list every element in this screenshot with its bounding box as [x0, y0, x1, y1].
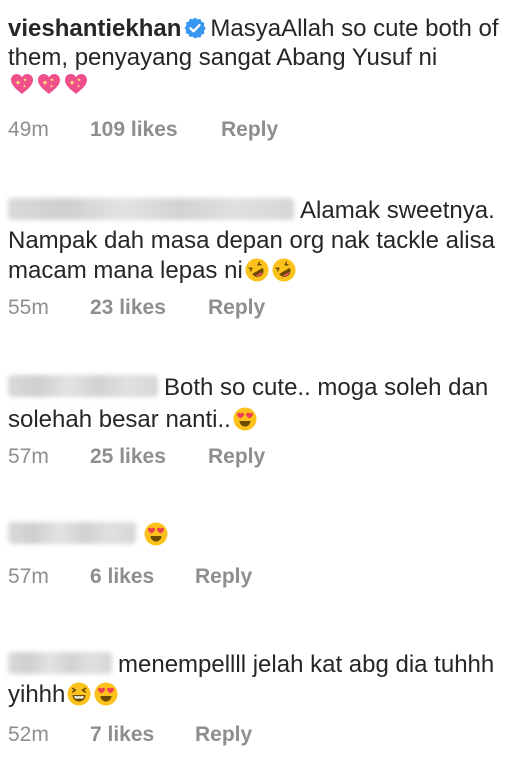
- comment-likes[interactable]: 25 likes: [90, 445, 166, 469]
- heart-eyes-face-icon: [94, 682, 118, 706]
- comment-item: Both so cute.. moga soleh dan solehah be…: [8, 372, 502, 436]
- blurred-username[interactable]: [8, 522, 136, 544]
- comment-body: Both so cute.. moga soleh dan solehah be…: [8, 372, 502, 436]
- sparkling-heart-icon: [65, 74, 87, 94]
- reply-button[interactable]: Reply: [208, 445, 265, 469]
- blurred-username[interactable]: [8, 198, 294, 220]
- heart-eyes-face-icon: [233, 407, 257, 431]
- grinning-squinting-face-icon: [67, 682, 91, 706]
- comment-body: vieshantiekhan MasyaAllah so cute both of…: [8, 14, 502, 72]
- reply-button[interactable]: Reply: [195, 565, 252, 589]
- comment-emojis: [8, 71, 502, 101]
- comment-time: 57m: [8, 445, 49, 468]
- comment-item: menempellll jelah kat abg dia tuhhh yihh…: [8, 650, 502, 710]
- rolling-laughing-face-icon: [272, 258, 296, 282]
- comment-username[interactable]: vieshantiekhan: [8, 15, 181, 42]
- comment-likes[interactable]: 23 likes: [90, 296, 166, 320]
- rolling-laughing-face-icon: [245, 258, 269, 282]
- comment-body: Alamak sweetnya. Nampak dah masa depan o…: [8, 196, 502, 286]
- blurred-username[interactable]: [8, 375, 158, 397]
- comment-likes[interactable]: 6 likes: [90, 565, 154, 589]
- reply-button[interactable]: Reply: [208, 296, 265, 320]
- comment-time: 57m: [8, 565, 49, 588]
- comment-likes[interactable]: 109 likes: [90, 118, 178, 142]
- reply-button[interactable]: Reply: [195, 723, 252, 747]
- comment-body: [8, 520, 502, 549]
- blurred-username[interactable]: [8, 652, 112, 674]
- sparkling-heart-icon: [11, 74, 33, 94]
- comment-item: Alamak sweetnya. Nampak dah masa depan o…: [8, 196, 502, 286]
- sparkling-heart-icon: [38, 74, 60, 94]
- comment-body: menempellll jelah kat abg dia tuhhh yihh…: [8, 650, 502, 710]
- comment-time: 55m: [8, 296, 49, 319]
- heart-eyes-face-icon: [144, 522, 168, 546]
- comment-time: 49m: [8, 118, 49, 141]
- comment-time: 52m: [8, 723, 49, 746]
- comment-item: vieshantiekhan MasyaAllah so cute both of…: [8, 14, 502, 101]
- verified-badge-icon: [184, 17, 207, 39]
- comment-likes[interactable]: 7 likes: [90, 723, 154, 747]
- comment-item: [8, 520, 502, 549]
- reply-button[interactable]: Reply: [221, 118, 278, 142]
